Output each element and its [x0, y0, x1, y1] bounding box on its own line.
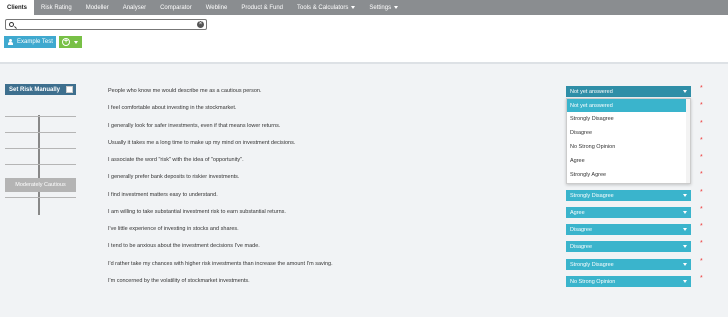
- answer-select[interactable]: No Strong Opinion: [566, 276, 691, 287]
- risk-scale-line: [38, 115, 40, 215]
- answer-value: Agree: [570, 209, 585, 216]
- client-name: Example Test: [17, 39, 53, 45]
- nav-item-label: Settings: [369, 4, 392, 11]
- required-marker: *: [700, 102, 703, 109]
- required-marker: *: [700, 240, 703, 247]
- required-marker: *: [700, 275, 703, 282]
- question-text: I'd rather take my chances with higher r…: [108, 261, 333, 267]
- dropdown-option[interactable]: Strongly Disagree: [567, 112, 690, 126]
- required-marker: *: [700, 189, 703, 196]
- question-text: People who know me would describe me as …: [108, 88, 262, 94]
- answer-value: Disagree: [570, 226, 593, 233]
- question-text: I associate the word "risk" with the ide…: [108, 157, 244, 163]
- nav-item-label: Tools & Calculators: [297, 4, 349, 11]
- risk-scale-tick: [5, 148, 76, 149]
- chevron-down-icon: [351, 6, 356, 9]
- chevron-down-icon: [683, 280, 687, 283]
- dropdown-option[interactable]: Disagree: [567, 126, 690, 140]
- required-marker: *: [700, 137, 703, 144]
- chevron-down-icon: [74, 40, 78, 44]
- risk-scale-tick: [5, 197, 76, 198]
- risk-profile-indicator: Moderately Cautious: [5, 178, 76, 192]
- risk-scale-tick: [5, 116, 76, 117]
- nav-item-label: Comparator: [160, 4, 192, 11]
- answer-select[interactable]: Strongly Disagree: [566, 259, 691, 270]
- nav-item-clients[interactable]: Clients: [0, 0, 35, 15]
- client-button[interactable]: Example Test: [4, 36, 56, 48]
- nav-item-label: Product & Fund: [241, 4, 284, 11]
- user-icon: [8, 39, 13, 45]
- question-text: I feel comfortable about investing in th…: [108, 105, 237, 111]
- chevron-down-icon: [683, 245, 687, 248]
- dropdown-scrollbar[interactable]: [686, 99, 690, 183]
- dropdown-option[interactable]: Strongly Agree: [567, 168, 690, 182]
- clear-icon[interactable]: ×: [197, 21, 204, 28]
- answer-value: Strongly Disagree: [570, 261, 614, 268]
- set-risk-manually-button[interactable]: Set Risk Manually: [5, 84, 76, 95]
- client-header: × Example Test +: [0, 15, 728, 62]
- chevron-down-icon: [683, 211, 687, 214]
- nav-item-label: Modeller: [85, 4, 109, 11]
- required-marker: *: [700, 206, 703, 213]
- dropdown-option[interactable]: Agree: [567, 154, 690, 168]
- nav-item-risk-rating[interactable]: Risk Rating: [34, 0, 79, 15]
- required-marker: *: [700, 223, 703, 230]
- required-marker: *: [700, 171, 703, 178]
- chevron-down-icon: [683, 194, 687, 197]
- set-risk-manually-label: Set Risk Manually: [9, 86, 61, 93]
- nav-item-webline[interactable]: Webline: [199, 0, 235, 15]
- answer-select[interactable]: Disagree: [566, 241, 691, 252]
- answer-value: No Strong Opinion: [570, 278, 616, 285]
- dropdown-option[interactable]: No Strong Opinion: [567, 140, 690, 154]
- question-text: I generally prefer bank deposits to risk…: [108, 174, 240, 180]
- nav-item-analyser[interactable]: Analyser: [116, 0, 153, 15]
- nav-item-label: Clients: [7, 4, 28, 11]
- nav-item-label: Webline: [205, 4, 228, 11]
- nav-item-label: Analyser: [122, 4, 147, 11]
- answer-select[interactable]: Strongly Disagree: [566, 190, 691, 201]
- chevron-down-icon: [683, 90, 687, 93]
- question-text: I generally look for safer investments, …: [108, 123, 281, 129]
- plus-circle-icon: +: [62, 38, 70, 46]
- required-marker: *: [700, 258, 703, 265]
- risk-scale-tick: [5, 164, 76, 165]
- risk-scale-tick: [5, 132, 76, 133]
- required-marker: *: [700, 85, 703, 92]
- add-button[interactable]: +: [59, 36, 82, 48]
- answer-value: Strongly Disagree: [570, 192, 614, 199]
- search-input[interactable]: ×: [5, 19, 207, 30]
- dropdown-option[interactable]: Not yet answered: [567, 99, 690, 112]
- question-text: I've little experience of investing in s…: [108, 226, 239, 232]
- nav-item-tools-calculators[interactable]: Tools & Calculators: [290, 0, 362, 15]
- search-icon: [9, 21, 14, 27]
- nav-item-settings[interactable]: Settings: [362, 0, 405, 15]
- question-text: I tend to be anxious about the investmen…: [108, 243, 260, 249]
- answer-value: Not yet answered: [570, 88, 613, 95]
- header-divider: [0, 62, 728, 64]
- question-text: I'm concerned by the volatility of stock…: [108, 278, 250, 284]
- nav-item-modeller[interactable]: Modeller: [79, 0, 116, 15]
- answer-dropdown-menu[interactable]: Not yet answered Strongly Disagree Disagre…: [566, 98, 691, 184]
- chevron-down-icon: [683, 263, 687, 266]
- nav-item-label: Risk Rating: [41, 4, 72, 11]
- question-text: Usually it takes me a long time to make …: [108, 140, 296, 146]
- required-marker: *: [700, 154, 703, 161]
- set-risk-manually-checkbox[interactable]: [66, 86, 73, 93]
- nav-item-product-fund[interactable]: Product & Fund: [234, 0, 290, 15]
- chevron-down-icon: [683, 228, 687, 231]
- answer-select[interactable]: Agree: [566, 207, 691, 218]
- question-text: I find investment matters easy to unders…: [108, 192, 218, 198]
- answer-select[interactable]: Not yet answered: [566, 86, 691, 97]
- nav-item-comparator[interactable]: Comparator: [153, 0, 199, 15]
- answer-select[interactable]: Disagree: [566, 224, 691, 235]
- chevron-down-icon: [394, 6, 399, 9]
- question-text: I am willing to take substantial investm…: [108, 209, 286, 215]
- answer-value: Disagree: [570, 243, 593, 250]
- required-marker: *: [700, 120, 703, 127]
- top-navigation: Clients Risk Rating Modeller Analyser Compar…: [0, 0, 728, 15]
